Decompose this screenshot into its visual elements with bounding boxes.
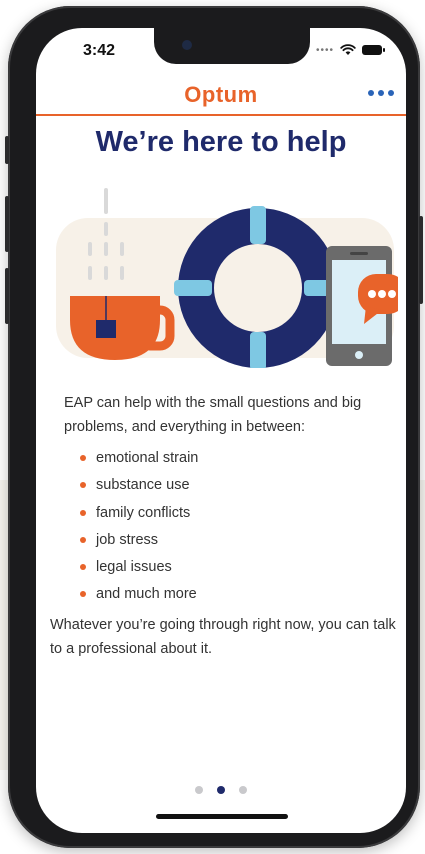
- page-dot-1[interactable]: [195, 786, 203, 794]
- volume-up-button: [5, 196, 9, 252]
- bullet-dot: [80, 591, 86, 598]
- status-icons: ••••: [315, 44, 385, 56]
- notch: [154, 28, 310, 64]
- tea-cup-icon: [70, 296, 175, 360]
- camera-icon: [182, 40, 192, 50]
- mute-switch: [5, 136, 9, 164]
- page-dot-3[interactable]: [239, 786, 247, 794]
- topic-list: emotional strain substance use family co…: [78, 445, 198, 609]
- bullet-dot: [80, 536, 86, 543]
- phone-frame: 3:42 •••• Optum We’re here to help EAP c…: [5, 6, 423, 848]
- volume-down-button: [5, 268, 9, 324]
- list-item: legal issues: [78, 554, 198, 581]
- power-button: [419, 216, 423, 304]
- app-header: Optum: [36, 78, 406, 116]
- brand-logo: Optum: [184, 82, 258, 107]
- bullet-dot: [80, 482, 86, 489]
- phone-screen: 3:42 •••• Optum We’re here to help EAP c…: [36, 28, 406, 833]
- battery-icon: [362, 45, 385, 55]
- hero-illustration: [56, 188, 398, 368]
- bullet-dot: [80, 564, 86, 571]
- list-item: emotional strain: [78, 445, 198, 472]
- page-indicator[interactable]: [36, 786, 406, 794]
- wifi-icon: [340, 44, 356, 55]
- list-item: job stress: [78, 527, 198, 554]
- bullet-dot: [80, 455, 86, 461]
- more-horizontal-icon[interactable]: [362, 84, 400, 102]
- home-indicator[interactable]: [156, 814, 288, 819]
- signal-dots-icon: ••••: [315, 44, 334, 56]
- intro-text: EAP can help with the small questions an…: [64, 395, 362, 435]
- bullet-dot: [80, 509, 86, 516]
- closing-text: Whatever you’re going through right now,…: [50, 617, 396, 657]
- list-item: family conflicts: [78, 500, 198, 527]
- list-item: substance use: [78, 472, 198, 499]
- list-item: and much more: [78, 581, 198, 608]
- page-title: We’re here to help: [95, 126, 347, 158]
- status-time: 3:42: [83, 42, 116, 59]
- page-dot-2-active[interactable]: [217, 786, 225, 794]
